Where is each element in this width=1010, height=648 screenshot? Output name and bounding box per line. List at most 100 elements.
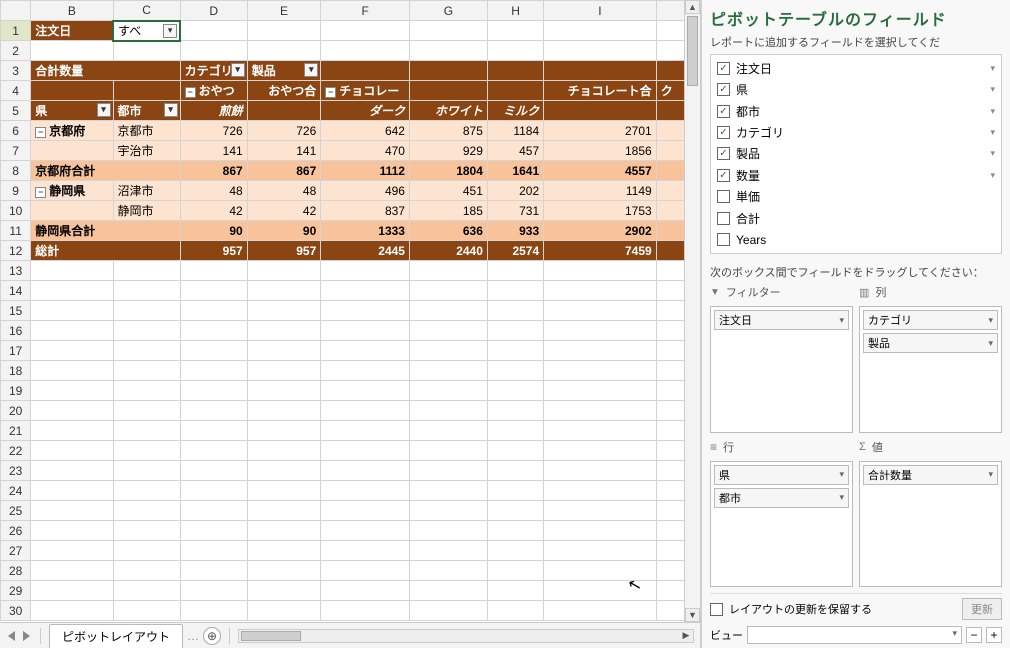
row-pref-header[interactable]: 県 bbox=[31, 101, 113, 121]
tab-nav-prev-icon[interactable] bbox=[8, 631, 15, 641]
zoom-out-button[interactable]: − bbox=[966, 627, 982, 643]
row-header[interactable]: 2 bbox=[1, 41, 31, 61]
row-header[interactable]: 30 bbox=[1, 601, 31, 621]
row-header[interactable]: 1 bbox=[1, 21, 31, 41]
report-filter-value[interactable]: すべ bbox=[113, 21, 180, 41]
row-header[interactable]: 11 bbox=[1, 221, 31, 241]
field-item[interactable]: Years bbox=[717, 231, 995, 249]
tab-nav-next-icon[interactable] bbox=[23, 631, 30, 641]
zoom-in-button[interactable]: + bbox=[986, 627, 1002, 643]
chevron-down-icon[interactable]: ▾ bbox=[839, 492, 844, 503]
row-header[interactable]: 4 bbox=[1, 81, 31, 101]
chevron-down-icon[interactable]: ▾ bbox=[839, 315, 844, 326]
row-header[interactable]: 22 bbox=[1, 441, 31, 461]
zone-columns-box[interactable]: カテゴリ▾ 製品▾ bbox=[859, 306, 1002, 433]
col-group-oyatsu[interactable]: −おやつ bbox=[180, 81, 247, 101]
chevron-down-icon[interactable]: ▾ bbox=[988, 315, 993, 326]
checkbox-icon[interactable] bbox=[717, 105, 730, 118]
row-header[interactable]: 29 bbox=[1, 581, 31, 601]
checkbox-icon[interactable] bbox=[717, 233, 730, 246]
collapse-icon[interactable]: − bbox=[325, 87, 336, 98]
row-header[interactable]: 3 bbox=[1, 61, 31, 81]
col-header[interactable]: I bbox=[544, 1, 657, 21]
chevron-down-icon[interactable]: ▾ bbox=[988, 338, 993, 349]
dropdown-icon[interactable] bbox=[97, 103, 111, 117]
view-dropdown[interactable] bbox=[747, 626, 962, 644]
field-item[interactable]: 合計 bbox=[717, 209, 995, 227]
field-pill[interactable]: 合計数量▾ bbox=[863, 465, 998, 485]
checkbox-icon[interactable] bbox=[717, 62, 730, 75]
pref-cell[interactable]: −静岡県 bbox=[31, 181, 113, 201]
filter-dropdown-icon[interactable] bbox=[163, 24, 177, 38]
col-header[interactable]: B bbox=[31, 1, 113, 21]
row-header[interactable]: 16 bbox=[1, 321, 31, 341]
row-header[interactable]: 13 bbox=[1, 261, 31, 281]
row-header[interactable]: 7 bbox=[1, 141, 31, 161]
row-header[interactable]: 26 bbox=[1, 521, 31, 541]
chevron-down-icon[interactable]: ▾ bbox=[990, 106, 995, 117]
row-header[interactable]: 28 bbox=[1, 561, 31, 581]
row-city-header[interactable]: 都市 bbox=[113, 101, 180, 121]
horizontal-scrollbar[interactable]: ◀ ▶ bbox=[238, 629, 694, 643]
chevron-down-icon[interactable]: ▾ bbox=[990, 170, 995, 181]
row-header[interactable]: 15 bbox=[1, 301, 31, 321]
row-header[interactable]: 23 bbox=[1, 461, 31, 481]
scroll-up-icon[interactable]: ▲ bbox=[685, 0, 700, 14]
sheet-tab-more[interactable]: … bbox=[187, 629, 199, 643]
col-header[interactable]: F bbox=[321, 1, 410, 21]
col-header[interactable]: D bbox=[180, 1, 247, 21]
checkbox-icon[interactable] bbox=[717, 190, 730, 203]
spreadsheet-grid[interactable]: B C D E F G H I 1 注文日 すべ bbox=[0, 0, 700, 621]
sheet-tab-active[interactable]: ピボットレイアウト bbox=[49, 624, 183, 648]
row-header[interactable]: 21 bbox=[1, 421, 31, 441]
update-button[interactable]: 更新 bbox=[962, 598, 1002, 620]
checkbox-icon[interactable] bbox=[717, 147, 730, 160]
field-item[interactable]: 県▾ bbox=[717, 80, 995, 98]
row-header[interactable]: 25 bbox=[1, 501, 31, 521]
collapse-icon[interactable]: − bbox=[35, 187, 46, 198]
field-pill[interactable]: 製品▾ bbox=[863, 333, 998, 353]
collapse-icon[interactable]: − bbox=[35, 127, 46, 138]
checkbox-icon[interactable] bbox=[717, 126, 730, 139]
field-pill[interactable]: 都市▾ bbox=[714, 488, 849, 508]
chevron-down-icon[interactable]: ▾ bbox=[988, 469, 993, 480]
field-item[interactable]: 都市▾ bbox=[717, 102, 995, 120]
checkbox-icon[interactable] bbox=[717, 83, 730, 96]
field-pill[interactable]: 県▾ bbox=[714, 465, 849, 485]
add-sheet-button[interactable]: ⊕ bbox=[203, 627, 221, 645]
row-header[interactable]: 14 bbox=[1, 281, 31, 301]
row-header[interactable]: 18 bbox=[1, 361, 31, 381]
checkbox-icon[interactable] bbox=[717, 212, 730, 225]
row-header[interactable]: 9 bbox=[1, 181, 31, 201]
dropdown-icon[interactable] bbox=[231, 63, 245, 77]
pref-cell[interactable]: −京都府 bbox=[31, 121, 113, 141]
row-header[interactable]: 6 bbox=[1, 121, 31, 141]
zone-rows-box[interactable]: 県▾ 都市▾ bbox=[710, 461, 853, 588]
col-header[interactable]: H bbox=[487, 1, 543, 21]
checkbox-icon[interactable] bbox=[717, 169, 730, 182]
field-pill[interactable]: カテゴリ▾ bbox=[863, 310, 998, 330]
col-header[interactable]: G bbox=[409, 1, 487, 21]
field-item[interactable]: 製品▾ bbox=[717, 145, 995, 163]
dropdown-icon[interactable] bbox=[164, 103, 178, 117]
chevron-down-icon[interactable]: ▾ bbox=[990, 84, 995, 95]
row-header[interactable]: 5 bbox=[1, 101, 31, 121]
row-header[interactable]: 12 bbox=[1, 241, 31, 261]
vertical-scrollbar[interactable]: ▲ ▼ bbox=[684, 0, 700, 622]
field-pill[interactable]: 注文日▾ bbox=[714, 310, 849, 330]
row-header[interactable]: 17 bbox=[1, 341, 31, 361]
col-group-choco[interactable]: −チョコレー bbox=[321, 81, 410, 101]
field-item[interactable]: カテゴリ▾ bbox=[717, 123, 995, 141]
zone-values-box[interactable]: 合計数量▾ bbox=[859, 461, 1002, 588]
field-item[interactable]: 数量▾ bbox=[717, 166, 995, 184]
dropdown-icon[interactable] bbox=[304, 63, 318, 77]
row-header[interactable]: 8 bbox=[1, 161, 31, 181]
pivot-product-header[interactable]: 製品 bbox=[247, 61, 321, 81]
col-header[interactable]: C bbox=[113, 1, 180, 21]
collapse-icon[interactable]: − bbox=[185, 87, 196, 98]
row-header[interactable]: 24 bbox=[1, 481, 31, 501]
scroll-thumb[interactable] bbox=[687, 16, 698, 86]
col-header[interactable]: E bbox=[247, 1, 321, 21]
row-header[interactable]: 27 bbox=[1, 541, 31, 561]
zone-filter-box[interactable]: 注文日▾ bbox=[710, 306, 853, 433]
